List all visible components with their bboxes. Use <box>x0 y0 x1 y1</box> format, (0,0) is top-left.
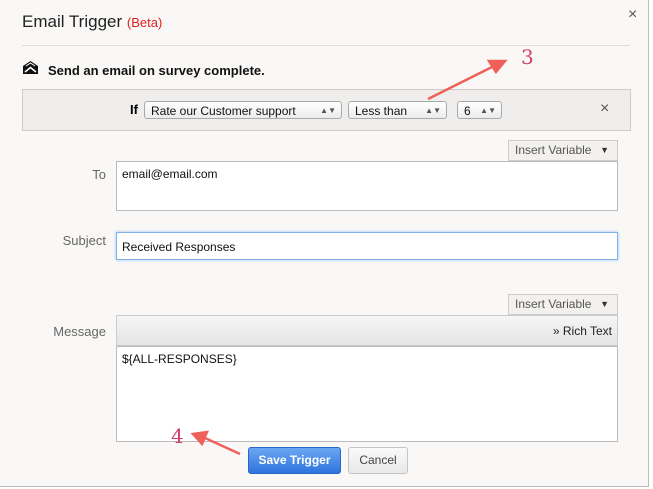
annotation-3: 3 <box>521 45 534 69</box>
annotation-arrows <box>190 59 508 456</box>
arrow-4 <box>190 430 241 456</box>
arrow-3 <box>427 59 508 101</box>
annotation-4: 4 <box>171 424 184 448</box>
